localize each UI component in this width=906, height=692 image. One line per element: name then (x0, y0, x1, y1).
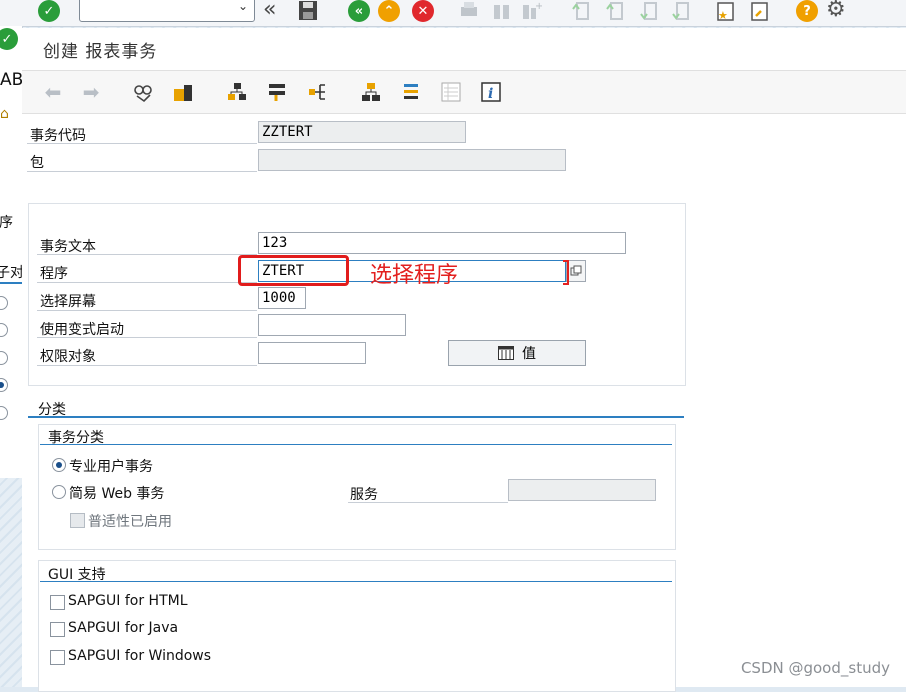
authorization-object-field[interactable] (258, 342, 366, 364)
layout-icon[interactable] (400, 81, 422, 103)
selection-screen-field[interactable]: 1000 (258, 287, 306, 309)
tcode-label: 事务代码 (30, 128, 86, 144)
program-label: 程序 (40, 266, 68, 282)
radio-button[interactable] (0, 296, 8, 310)
chevron-down-icon[interactable]: ⌄ (238, 0, 248, 13)
transaction-text-label: 事务文本 (40, 239, 96, 255)
display-object-icon[interactable] (266, 81, 288, 103)
group-line (40, 444, 672, 445)
find-next-icon[interactable]: + (520, 0, 543, 22)
watermark: CSDN @good_study (740, 659, 890, 677)
forward-arrow-icon[interactable]: ➡ (80, 80, 102, 104)
radio-button[interactable] (0, 406, 8, 420)
settings-icon[interactable]: ⚙ (826, 0, 848, 22)
tree-icon[interactable] (306, 81, 328, 103)
annotation-text: 选择程序 (370, 263, 459, 288)
new-session-icon[interactable]: ★ (714, 0, 736, 22)
last-page-icon[interactable] (670, 0, 692, 22)
svg-text:i: i (488, 86, 493, 102)
service-field (508, 479, 656, 501)
divider (27, 143, 257, 144)
divider (37, 337, 257, 338)
object-list-icon[interactable] (172, 81, 194, 103)
check-icon[interactable]: ✓ (0, 28, 18, 50)
package-label: 包 (30, 155, 44, 171)
package-field[interactable] (258, 149, 566, 171)
selection-screen-label: 选择屏幕 (40, 294, 96, 310)
divider (27, 171, 257, 172)
sapgui-windows-label: SAPGUI for Windows (68, 648, 212, 664)
exit-icon[interactable]: ⌃ (378, 0, 400, 22)
professional-user-radio[interactable] (52, 458, 66, 472)
print-icon[interactable] (458, 0, 480, 22)
background-window: ✓ AB ⌂ 序 子对 (0, 26, 24, 478)
classification-line (28, 416, 684, 418)
divider (37, 310, 257, 311)
sapgui-html-checkbox[interactable] (50, 595, 65, 610)
back-arrow-icon[interactable]: ⬅ (42, 80, 64, 104)
find-icon[interactable] (491, 0, 513, 22)
list-panel-icon[interactable] (440, 81, 462, 103)
back-double-icon[interactable]: « (263, 0, 285, 22)
divider (37, 365, 257, 366)
divider (37, 282, 257, 283)
glasses-icon[interactable] (132, 81, 154, 103)
easy-web-label: 简易 Web 事务 (69, 486, 165, 502)
variant-field[interactable] (258, 314, 406, 336)
values-button[interactable]: 值 (448, 340, 586, 366)
pervasive-checkbox (70, 513, 85, 528)
hierarchy-icon[interactable] (226, 81, 248, 103)
svg-text:★: ★ (718, 9, 728, 22)
pervasive-label: 普适性已启用 (88, 514, 172, 530)
save-icon[interactable] (297, 0, 319, 22)
next-page-icon[interactable] (638, 0, 660, 22)
service-label: 服务 (350, 487, 378, 503)
fragment-text: 子对 (0, 265, 24, 281)
sapgui-java-label: SAPGUI for Java (68, 620, 179, 636)
annotation-bracket (563, 260, 569, 285)
sapgui-java-checkbox[interactable] (50, 622, 65, 637)
folder-icon[interactable]: ⌂ (0, 106, 9, 122)
command-field[interactable]: ⌄ (79, 0, 255, 22)
sapgui-html-label: SAPGUI for HTML (68, 593, 188, 609)
radio-button[interactable] (0, 378, 8, 392)
application-toolbar: ⬅ ➡ i (22, 70, 906, 114)
cancel-icon[interactable]: ✕ (412, 0, 434, 22)
back-green-icon[interactable]: « (348, 0, 370, 22)
shortcut-icon[interactable] (748, 0, 770, 22)
dialog-title: 创建 报表事务 (43, 42, 158, 62)
section-line (0, 282, 22, 284)
professional-user-label: 专业用户事务 (69, 459, 153, 475)
sapgui-windows-checkbox[interactable] (50, 650, 65, 665)
divider (37, 254, 257, 255)
first-page-icon[interactable] (570, 0, 592, 22)
group-line (40, 581, 672, 582)
value-help-icon[interactable] (566, 260, 586, 282)
check-icon[interactable]: ✓ (38, 0, 60, 22)
tcode-field: ZZTERT (258, 121, 466, 143)
divider (348, 502, 508, 503)
easy-web-radio[interactable] (52, 485, 66, 499)
values-button-label: 值 (522, 346, 536, 362)
svg-text:+: + (535, 1, 542, 12)
help-icon[interactable]: ? (796, 0, 818, 22)
authorization-object-label: 权限对象 (40, 349, 96, 365)
org-chart-icon[interactable] (360, 81, 382, 103)
system-toolbar: ✓ ⌄ « « ⌃ ✕ + ★ ? ⚙ (0, 0, 906, 27)
annotation-highlight-box (238, 255, 349, 286)
transaction-text-field[interactable]: 123 (258, 232, 626, 254)
radio-button[interactable] (0, 351, 8, 365)
fragment-text: 序 (0, 215, 13, 231)
variant-label: 使用变式启动 (40, 322, 124, 338)
info-icon[interactable]: i (480, 81, 502, 103)
radio-button[interactable] (0, 323, 8, 337)
create-report-transaction-dialog: 创建 报表事务 ⬅ ➡ i 事务代码 ZZTERT 包 事务文本 123 程序 … (22, 28, 906, 692)
table-icon (498, 346, 514, 360)
prev-page-icon[interactable] (604, 0, 626, 22)
fragment-text: AB (0, 70, 24, 90)
